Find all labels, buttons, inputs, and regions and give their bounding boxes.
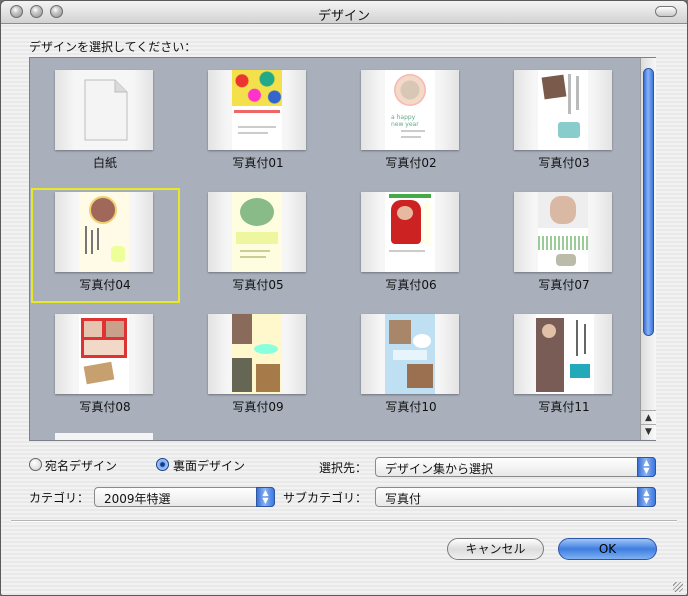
- thumbnail: [208, 192, 306, 272]
- design-item-label: 白紙: [92, 156, 117, 170]
- source-value: デザイン集から選択: [385, 462, 494, 476]
- design-item-label: 写真付07: [538, 278, 590, 292]
- design-item-label: 写真付03: [538, 156, 590, 170]
- thumbnail: [361, 314, 459, 394]
- scroll-down-arrow-icon[interactable]: ▼: [641, 424, 656, 439]
- card-image: [385, 314, 435, 394]
- design-item[interactable]: 写真付06: [336, 180, 486, 295]
- selection-highlight: [31, 188, 180, 303]
- popup-arrows-icon: ▲ ▼: [256, 487, 275, 507]
- scroll-up-arrow-icon[interactable]: ▲: [641, 410, 656, 425]
- card-image: a happy new year: [385, 70, 435, 150]
- design-item-label: 写真付02: [385, 156, 437, 170]
- card-image: [232, 70, 282, 150]
- design-item[interactable]: 写真付10: [336, 302, 486, 417]
- radio-address-design[interactable]: [29, 458, 42, 471]
- card-image: [79, 314, 129, 394]
- radio-back-design-label[interactable]: 裏面デザイン: [173, 457, 245, 474]
- subcategory-label: サブカテゴリ：: [283, 491, 368, 505]
- design-item-label: 写真付09: [232, 400, 284, 414]
- design-item-label: 写真付05: [232, 278, 284, 292]
- thumbnail: [514, 70, 612, 150]
- grid-vertical-scrollbar[interactable]: ▲ ▼: [640, 58, 656, 440]
- window-title: デザイン: [317, 9, 370, 24]
- design-thumbnail-grid[interactable]: 白紙 写真付01 a happy new year 写真付02 写真付03 写真…: [29, 57, 656, 441]
- category-label: カテゴリ：: [29, 491, 90, 505]
- thumbnail: [208, 70, 306, 150]
- card-image: [536, 314, 594, 394]
- design-item[interactable]: a happy new year 写真付02: [336, 58, 486, 173]
- design-item[interactable]: 写真付11: [489, 302, 639, 417]
- toolbar-toggle-button[interactable]: [655, 6, 677, 17]
- design-item[interactable]: 写真付05: [183, 180, 333, 295]
- card-image: [232, 314, 282, 394]
- card-image: [385, 192, 435, 272]
- subcategory-popup[interactable]: 写真付 ▲ ▼: [375, 487, 656, 507]
- radio-address-design-label[interactable]: 宛名デザイン: [45, 457, 117, 474]
- card-image: [538, 70, 588, 150]
- source-popup[interactable]: デザイン集から選択 ▲ ▼: [375, 457, 656, 477]
- design-item[interactable]: 写真付07: [489, 180, 639, 295]
- design-item-label: 写真付08: [79, 400, 131, 414]
- card-image: [538, 192, 588, 272]
- cancel-button[interactable]: キャンセル: [447, 538, 544, 560]
- design-item-partial[interactable]: [55, 433, 153, 440]
- blank-document-icon: [84, 79, 128, 141]
- popup-arrows-icon: ▲ ▼: [637, 457, 656, 477]
- radio-back-design[interactable]: [156, 458, 169, 471]
- thumbnail: [514, 314, 612, 394]
- design-item[interactable]: 写真付01: [183, 58, 333, 173]
- category-popup[interactable]: 2009年特選 ▲ ▼: [94, 487, 275, 507]
- design-item-blank[interactable]: 白紙: [30, 58, 180, 173]
- design-item[interactable]: 写真付08: [30, 302, 180, 417]
- design-item-label: 写真付01: [232, 156, 284, 170]
- ok-button[interactable]: OK: [558, 538, 657, 560]
- design-item[interactable]: 写真付03: [489, 58, 639, 173]
- title-bar[interactable]: デザイン: [1, 1, 687, 24]
- design-dialog-window: デザイン デザインを選択してください： 白紙 写真付01 a happy new…: [0, 0, 688, 596]
- scrollbar-thumb[interactable]: [643, 68, 654, 336]
- design-item-label: 写真付11: [538, 400, 590, 414]
- card-image: [232, 192, 282, 272]
- thumbnail: a happy new year: [361, 70, 459, 150]
- popup-arrows-icon: ▲ ▼: [637, 487, 656, 507]
- thumbnail: [55, 314, 153, 394]
- thumbnail: [208, 314, 306, 394]
- source-label: 選択先：: [319, 461, 368, 475]
- select-design-prompt: デザインを選択してください：: [29, 40, 197, 54]
- divider: [11, 520, 677, 522]
- design-item[interactable]: 写真付09: [183, 302, 333, 417]
- subcategory-value: 写真付: [385, 492, 422, 506]
- thumbnail: [514, 192, 612, 272]
- category-value: 2009年特選: [104, 492, 171, 506]
- design-item-label: 写真付10: [385, 400, 437, 414]
- design-item-label: 写真付06: [385, 278, 437, 292]
- resize-grip-icon[interactable]: [673, 582, 683, 592]
- thumbnail: [55, 70, 153, 150]
- thumbnail: [361, 192, 459, 272]
